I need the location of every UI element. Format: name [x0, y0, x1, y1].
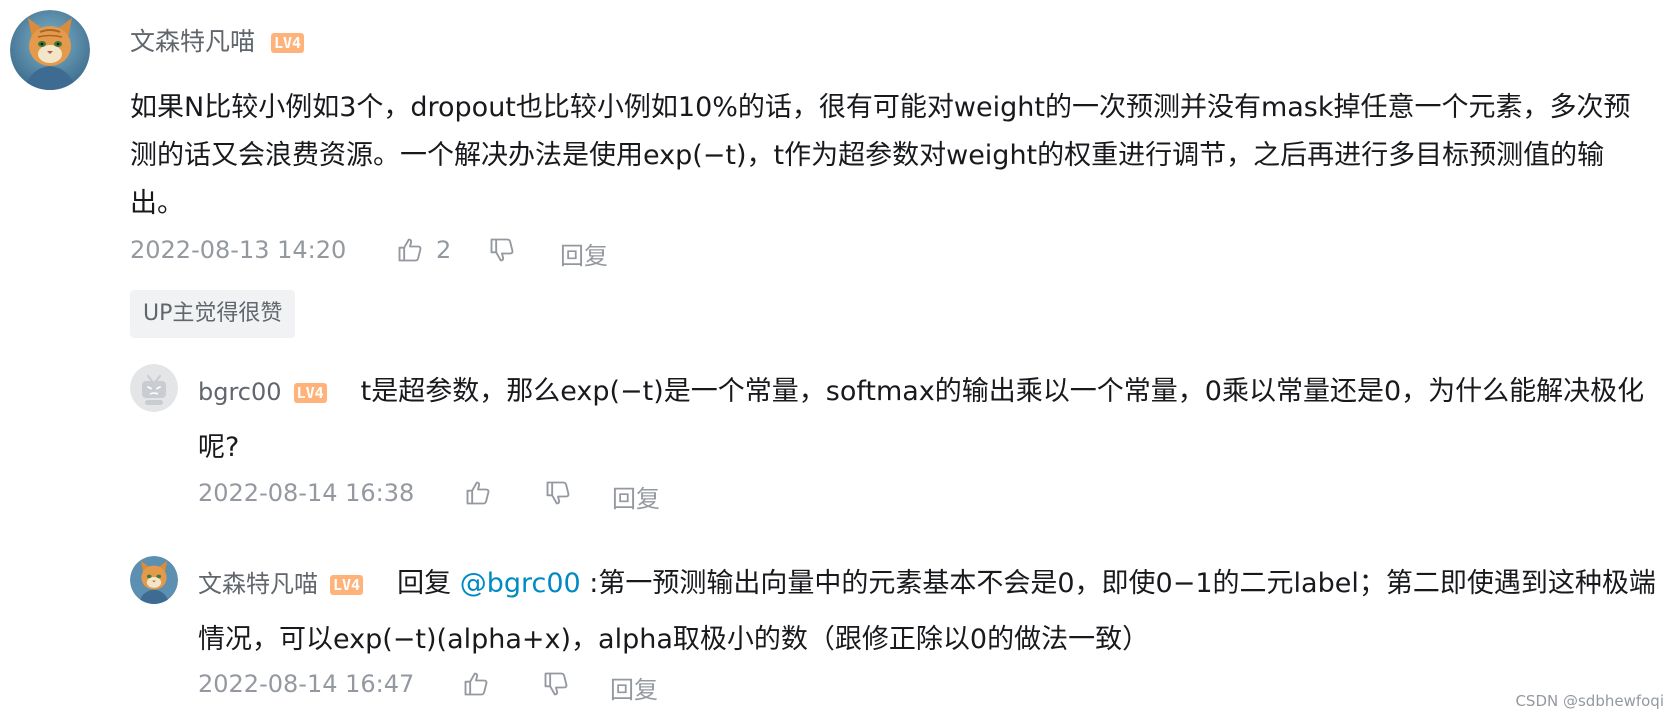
comment-author[interactable]: 文森特凡喵 LV4	[130, 22, 305, 58]
user-avatar[interactable]	[10, 10, 90, 90]
reply-username[interactable]: 文森特凡喵	[198, 570, 318, 598]
reply-time: 2022-08-14 16:38	[198, 479, 415, 507]
comment-meta: 2022-08-13 14:20 2 回复	[130, 236, 730, 272]
cat-avatar-icon	[10, 10, 90, 90]
cat-avatar-icon	[130, 556, 178, 604]
reply-button[interactable]: 回复	[612, 479, 660, 514]
thumbs-up-icon	[464, 672, 488, 696]
dislike-button[interactable]	[488, 236, 516, 270]
reply-text: t是超参数，那么exp(−t)是一个常量，softmax的输出乘以一个常量，0乘…	[198, 376, 1645, 463]
level-badge: LV4	[330, 574, 364, 595]
thumbs-down-icon	[544, 672, 568, 696]
reply-meta: 2022-08-14 16:47 回复	[198, 670, 798, 706]
like-button[interactable]	[396, 236, 424, 270]
thumbs-down-icon	[490, 238, 514, 262]
comment-content: 如果N比较小例如3个，dropout也比较小例如10%的话，很有可能对weigh…	[130, 92, 1631, 219]
dislike-button[interactable]	[544, 479, 572, 513]
reply-prefix: 回复	[397, 568, 460, 599]
level-badge: LV4	[293, 382, 327, 403]
dislike-button[interactable]	[542, 670, 570, 704]
username[interactable]: 文森特凡喵	[130, 27, 255, 56]
like-button[interactable]	[462, 670, 490, 704]
watermark: CSDN @sdbhewfoqi	[1515, 692, 1664, 710]
like-button[interactable]	[464, 479, 492, 513]
reply-meta: 2022-08-14 16:38 回复	[198, 479, 798, 515]
thumbs-down-icon	[546, 481, 570, 505]
reply-avatar[interactable]	[130, 556, 178, 604]
thumbs-up-icon	[466, 481, 490, 505]
comment-time: 2022-08-13 14:20	[130, 236, 347, 264]
reply-time: 2022-08-14 16:47	[198, 670, 415, 698]
tv-avatar-icon	[130, 364, 178, 412]
reply-username[interactable]: bgrc00	[198, 378, 282, 406]
like-count: 2	[436, 236, 452, 264]
reply-button[interactable]: 回复	[610, 670, 658, 705]
reply-button[interactable]: 回复	[560, 236, 608, 271]
mention-link[interactable]: @bgrc00	[460, 568, 581, 599]
reply-content-block: bgrc00 LV4 t是超参数，那么exp(−t)是一个常量，softmax的输出…	[198, 364, 1658, 476]
thumbs-up-icon	[398, 238, 422, 262]
up-liked-badge: UP主觉得很赞	[130, 290, 296, 338]
reply-avatar[interactable]	[130, 364, 178, 412]
level-badge: LV4	[270, 33, 305, 53]
reply-content-block: 文森特凡喵 LV4 回复 @bgrc00 :第一预测输出向量中的元素基本不会是0，即…	[198, 556, 1658, 668]
